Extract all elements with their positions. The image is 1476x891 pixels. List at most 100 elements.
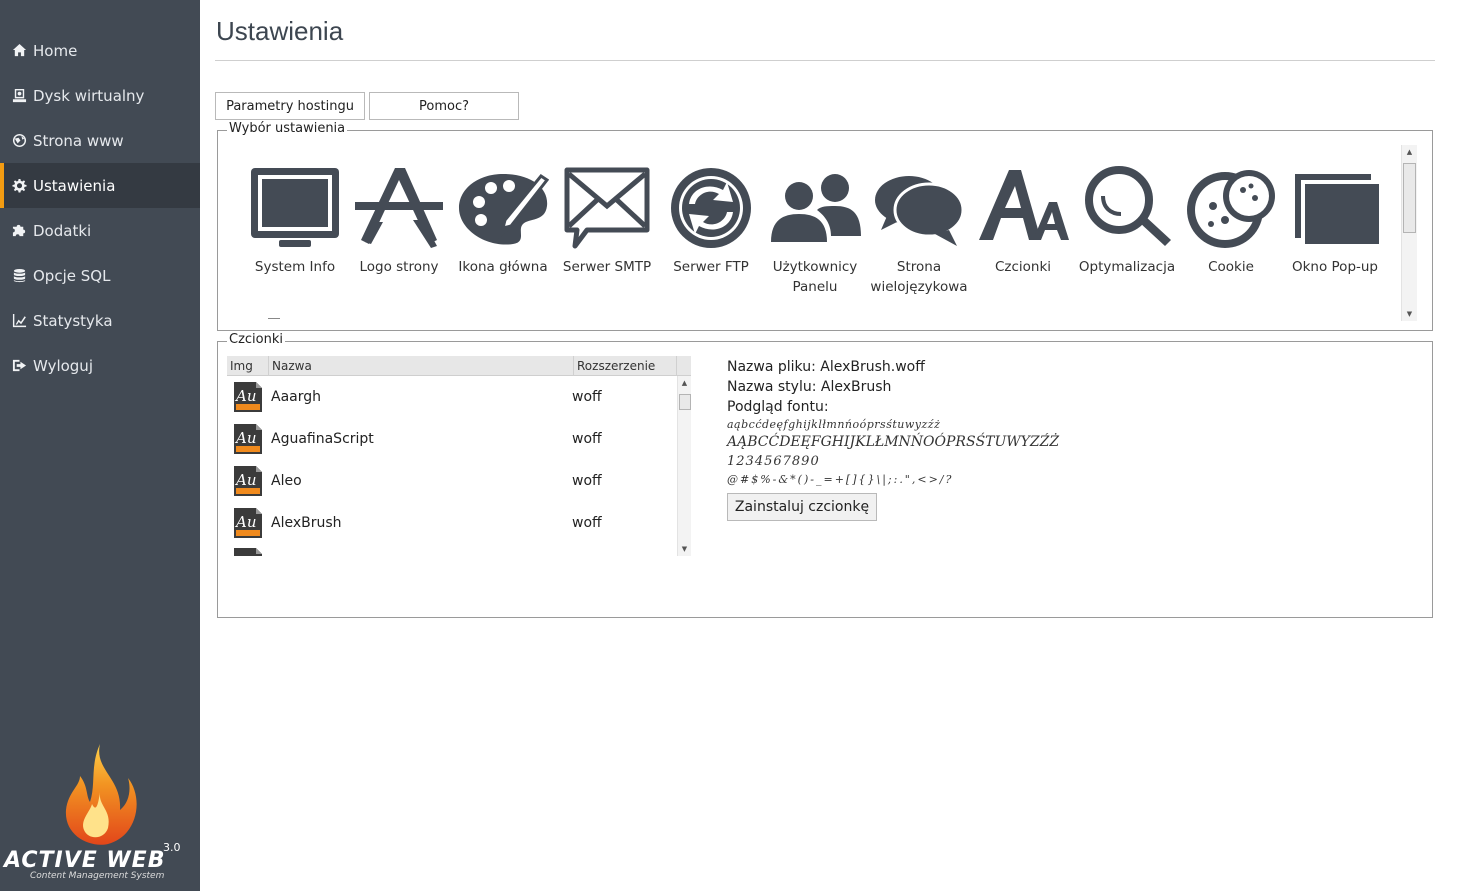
setting-panel-users[interactable]: Użytkownicy Panelu xyxy=(763,165,867,297)
setting-system-info[interactable]: System Info xyxy=(243,165,347,297)
font-file-icon: Au xyxy=(234,508,262,538)
sidebar-item-dysk[interactable]: Dysk wirtualny xyxy=(0,73,200,118)
scroll-thumb[interactable] xyxy=(679,394,691,410)
sidebar-item-wyloguj[interactable]: Wyloguj xyxy=(0,343,200,388)
column-header-ext[interactable]: Rozszerzenie xyxy=(574,356,677,376)
palette-icon xyxy=(459,173,549,245)
setting-logo[interactable]: Logo strony xyxy=(347,165,451,297)
table-row-partial[interactable] xyxy=(232,546,264,556)
install-font-button[interactable]: Zainstaluj czcionkę xyxy=(727,493,877,521)
font-preview-symbols: @#$%-&*()-_=+[]{}\|;:.",<>/? xyxy=(727,473,954,486)
settings-chooser-panel: Wybór ustawienia System Info Logo strony… xyxy=(217,121,1433,331)
sidebar-item-label: Ustawienia xyxy=(33,176,116,195)
table-row[interactable]: Au AlexBrush woff xyxy=(227,502,677,544)
sidebar-item-ustawienia[interactable]: Ustawienia xyxy=(0,163,200,208)
puzzle-icon xyxy=(11,223,27,239)
fonts-panel-legend: Czcionki xyxy=(227,332,285,347)
speech-bubbles-icon xyxy=(875,176,965,246)
sync-icon xyxy=(671,168,751,248)
hosting-params-button[interactable]: Parametry hostingu xyxy=(215,92,365,120)
logout-icon xyxy=(11,358,27,374)
settings-icon-row: System Info Logo strony Ikona główna Ser… xyxy=(243,165,1387,297)
font-extension: woff xyxy=(572,389,602,405)
font-name: AlexBrush xyxy=(271,515,342,531)
gear-icon xyxy=(11,178,27,194)
setting-ftp[interactable]: Serwer FTP xyxy=(659,165,763,297)
horizontal-scroll-indicator[interactable] xyxy=(268,318,280,319)
sidebar-item-label: Wyloguj xyxy=(33,356,93,375)
sidebar-item-label: Dysk wirtualny xyxy=(33,86,145,105)
users-icon xyxy=(771,174,861,242)
column-header-img[interactable]: Img xyxy=(227,356,269,376)
font-style-name: Nazwa stylu: AlexBrush xyxy=(727,379,892,395)
logo-version: 3.0 xyxy=(163,841,181,854)
setting-label: System Info xyxy=(254,259,336,275)
setting-label: Serwer FTP xyxy=(673,259,749,275)
font-preview-label: Podgląd fontu: xyxy=(727,399,829,415)
table-row[interactable]: Au Aaargh woff xyxy=(227,376,677,418)
table-row[interactable]: Au AguafinaScript woff xyxy=(227,418,677,460)
setting-label: Ikona główna xyxy=(458,259,548,275)
scroll-up-icon[interactable]: ▲ xyxy=(1402,145,1417,159)
font-name: AguafinaScript xyxy=(271,431,374,447)
fonts-table-scrollbar[interactable]: ▲ ▼ xyxy=(677,376,691,556)
font-preview-uppercase: AĄBCĆDEĘFGHIJKLŁMNŃOÓPRSŚTUWYZŹŻ xyxy=(727,434,1060,450)
setting-multilanguage[interactable]: Strona wielojęzykowa xyxy=(867,165,971,297)
setting-label: Cookie xyxy=(1208,259,1254,275)
font-preview-digits: 1234567890 xyxy=(727,454,820,469)
font-extension: woff xyxy=(572,515,602,531)
setting-fonts[interactable]: Czcionki xyxy=(971,165,1075,297)
window-icon xyxy=(1295,174,1379,244)
logo-name: ACTIVE WEB xyxy=(4,848,166,873)
settings-scrollbar[interactable]: ▲ ▼ xyxy=(1401,145,1417,321)
logo-subtitle: Content Management System xyxy=(30,871,165,881)
sidebar-item-home[interactable]: Home xyxy=(0,28,200,73)
setting-label: Użytkownicy Panelu xyxy=(772,259,858,295)
font-file-icon: Au xyxy=(234,382,262,412)
setting-popup[interactable]: Okno Pop-up xyxy=(1283,165,1387,297)
sidebar-item-sql[interactable]: Opcje SQL xyxy=(0,253,200,298)
page-title: Ustawienia xyxy=(216,16,344,46)
scroll-down-icon[interactable]: ▼ xyxy=(678,542,691,556)
svg-text:Au: Au xyxy=(234,387,257,405)
database-icon xyxy=(11,268,27,284)
setting-optimization[interactable]: Optymalizacja xyxy=(1075,165,1179,297)
setting-main-icon[interactable]: Ikona główna xyxy=(451,165,555,297)
app-store-icon xyxy=(355,168,443,248)
chart-icon xyxy=(11,313,27,329)
svg-text:Au: Au xyxy=(234,429,257,447)
setting-label: Czcionki xyxy=(994,259,1052,275)
font-file-name: Nazwa pliku: AlexBrush.woff xyxy=(727,359,925,375)
setting-cookie[interactable]: Cookie xyxy=(1179,165,1283,297)
column-header-name[interactable]: Nazwa xyxy=(269,356,574,376)
sidebar-item-label: Dodatki xyxy=(33,221,92,240)
font-name: Aleo xyxy=(271,473,302,489)
settings-chooser-legend: Wybór ustawienia xyxy=(227,121,348,136)
help-button[interactable]: Pomoc? xyxy=(369,92,519,120)
font-icon xyxy=(979,170,1069,240)
fonts-panel: Czcionki Img Nazwa Rozszerzenie Au Aaarg… xyxy=(217,332,1433,618)
sidebar-item-label: Statystyka xyxy=(33,311,113,330)
scroll-down-icon[interactable]: ▼ xyxy=(1402,307,1417,321)
setting-label: Optymalizacja xyxy=(1078,259,1176,275)
sidebar: Home Dysk wirtualny Strona www Ustawieni… xyxy=(0,0,200,891)
monitor-icon xyxy=(251,168,339,247)
sidebar-item-label: Home xyxy=(33,41,78,60)
sidebar-item-strona[interactable]: Strona www xyxy=(0,118,200,163)
sidebar-item-dodatki[interactable]: Dodatki xyxy=(0,208,200,253)
sidebar-nav: Home Dysk wirtualny Strona www Ustawieni… xyxy=(0,28,200,388)
font-file-icon xyxy=(234,548,262,556)
font-extension: woff xyxy=(572,473,602,489)
sidebar-item-statystyka[interactable]: Statystyka xyxy=(0,298,200,343)
table-row[interactable]: Au Aleo woff xyxy=(227,460,677,502)
setting-label: Strona wielojęzykowa xyxy=(870,259,968,295)
home-icon xyxy=(11,43,27,59)
scroll-thumb[interactable] xyxy=(1403,163,1416,233)
setting-label: Okno Pop-up xyxy=(1291,259,1379,275)
sidebar-item-label: Opcje SQL xyxy=(33,266,111,285)
scroll-up-icon[interactable]: ▲ xyxy=(678,376,691,390)
setting-smtp[interactable]: Serwer SMTP xyxy=(555,165,659,297)
svg-text:Au: Au xyxy=(234,513,257,531)
envelope-icon xyxy=(564,167,650,249)
fonts-table: Img Nazwa Rozszerzenie Au Aaargh woff Au… xyxy=(227,356,691,556)
